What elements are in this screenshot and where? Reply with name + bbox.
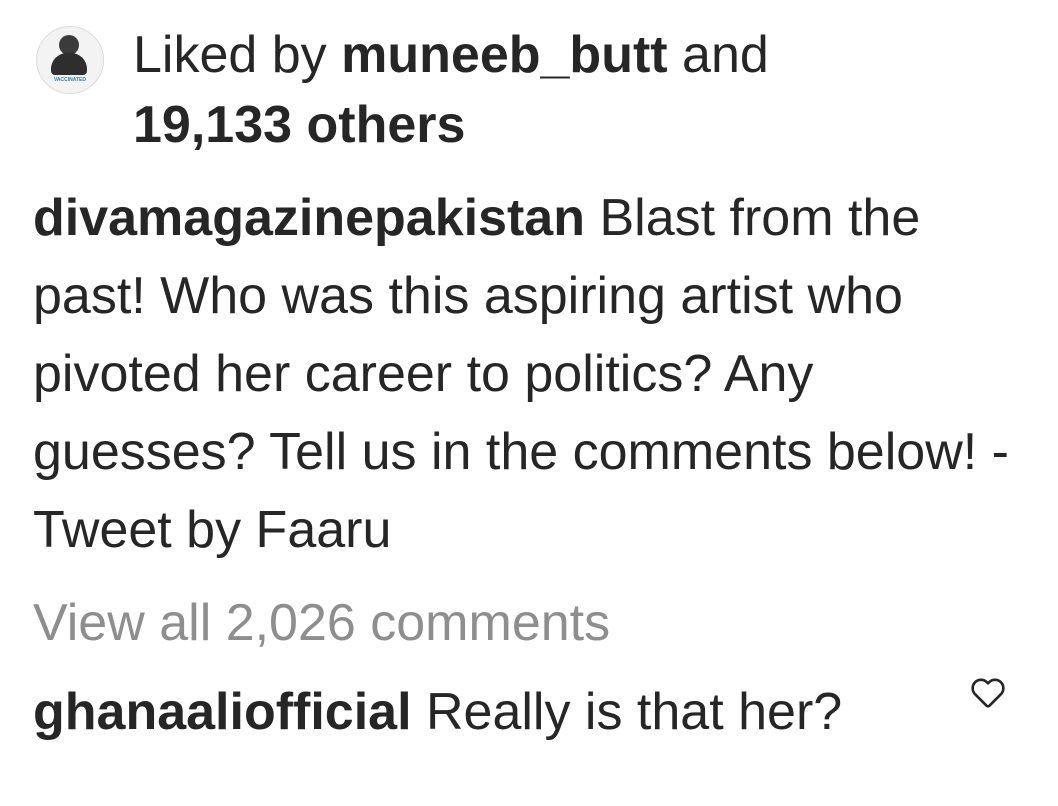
post-caption: divamagazinepakistan Blast from the past… <box>33 179 1033 569</box>
liked-by-connector: and <box>682 26 769 84</box>
comment-username[interactable]: ghanaaliofficial <box>33 683 412 741</box>
liker-avatar[interactable]: VACCINATED <box>36 26 104 94</box>
liked-by-row: VACCINATED Liked by muneeb_butt and 19,1… <box>36 22 1036 160</box>
heart-outline-icon[interactable] <box>968 672 1008 712</box>
comment-text: Really is that her? <box>425 683 843 741</box>
liked-by-text[interactable]: Liked by muneeb_butt and 19,133 others <box>133 20 769 160</box>
avatar-badge-text: VACCINATED <box>53 77 87 83</box>
view-all-comments-link[interactable]: View all 2,026 comments <box>33 586 610 660</box>
avatar-person-body <box>51 53 87 75</box>
comment-item: ghanaaliofficial Really is that her? <box>33 670 913 754</box>
avatar-person-head <box>59 35 79 55</box>
caption-username[interactable]: divamagazinepakistan <box>33 189 585 247</box>
liked-by-username[interactable]: muneeb_butt <box>341 26 667 84</box>
liked-by-prefix: Liked by <box>133 26 327 84</box>
liked-by-others-count[interactable]: 19,133 others <box>133 96 465 154</box>
